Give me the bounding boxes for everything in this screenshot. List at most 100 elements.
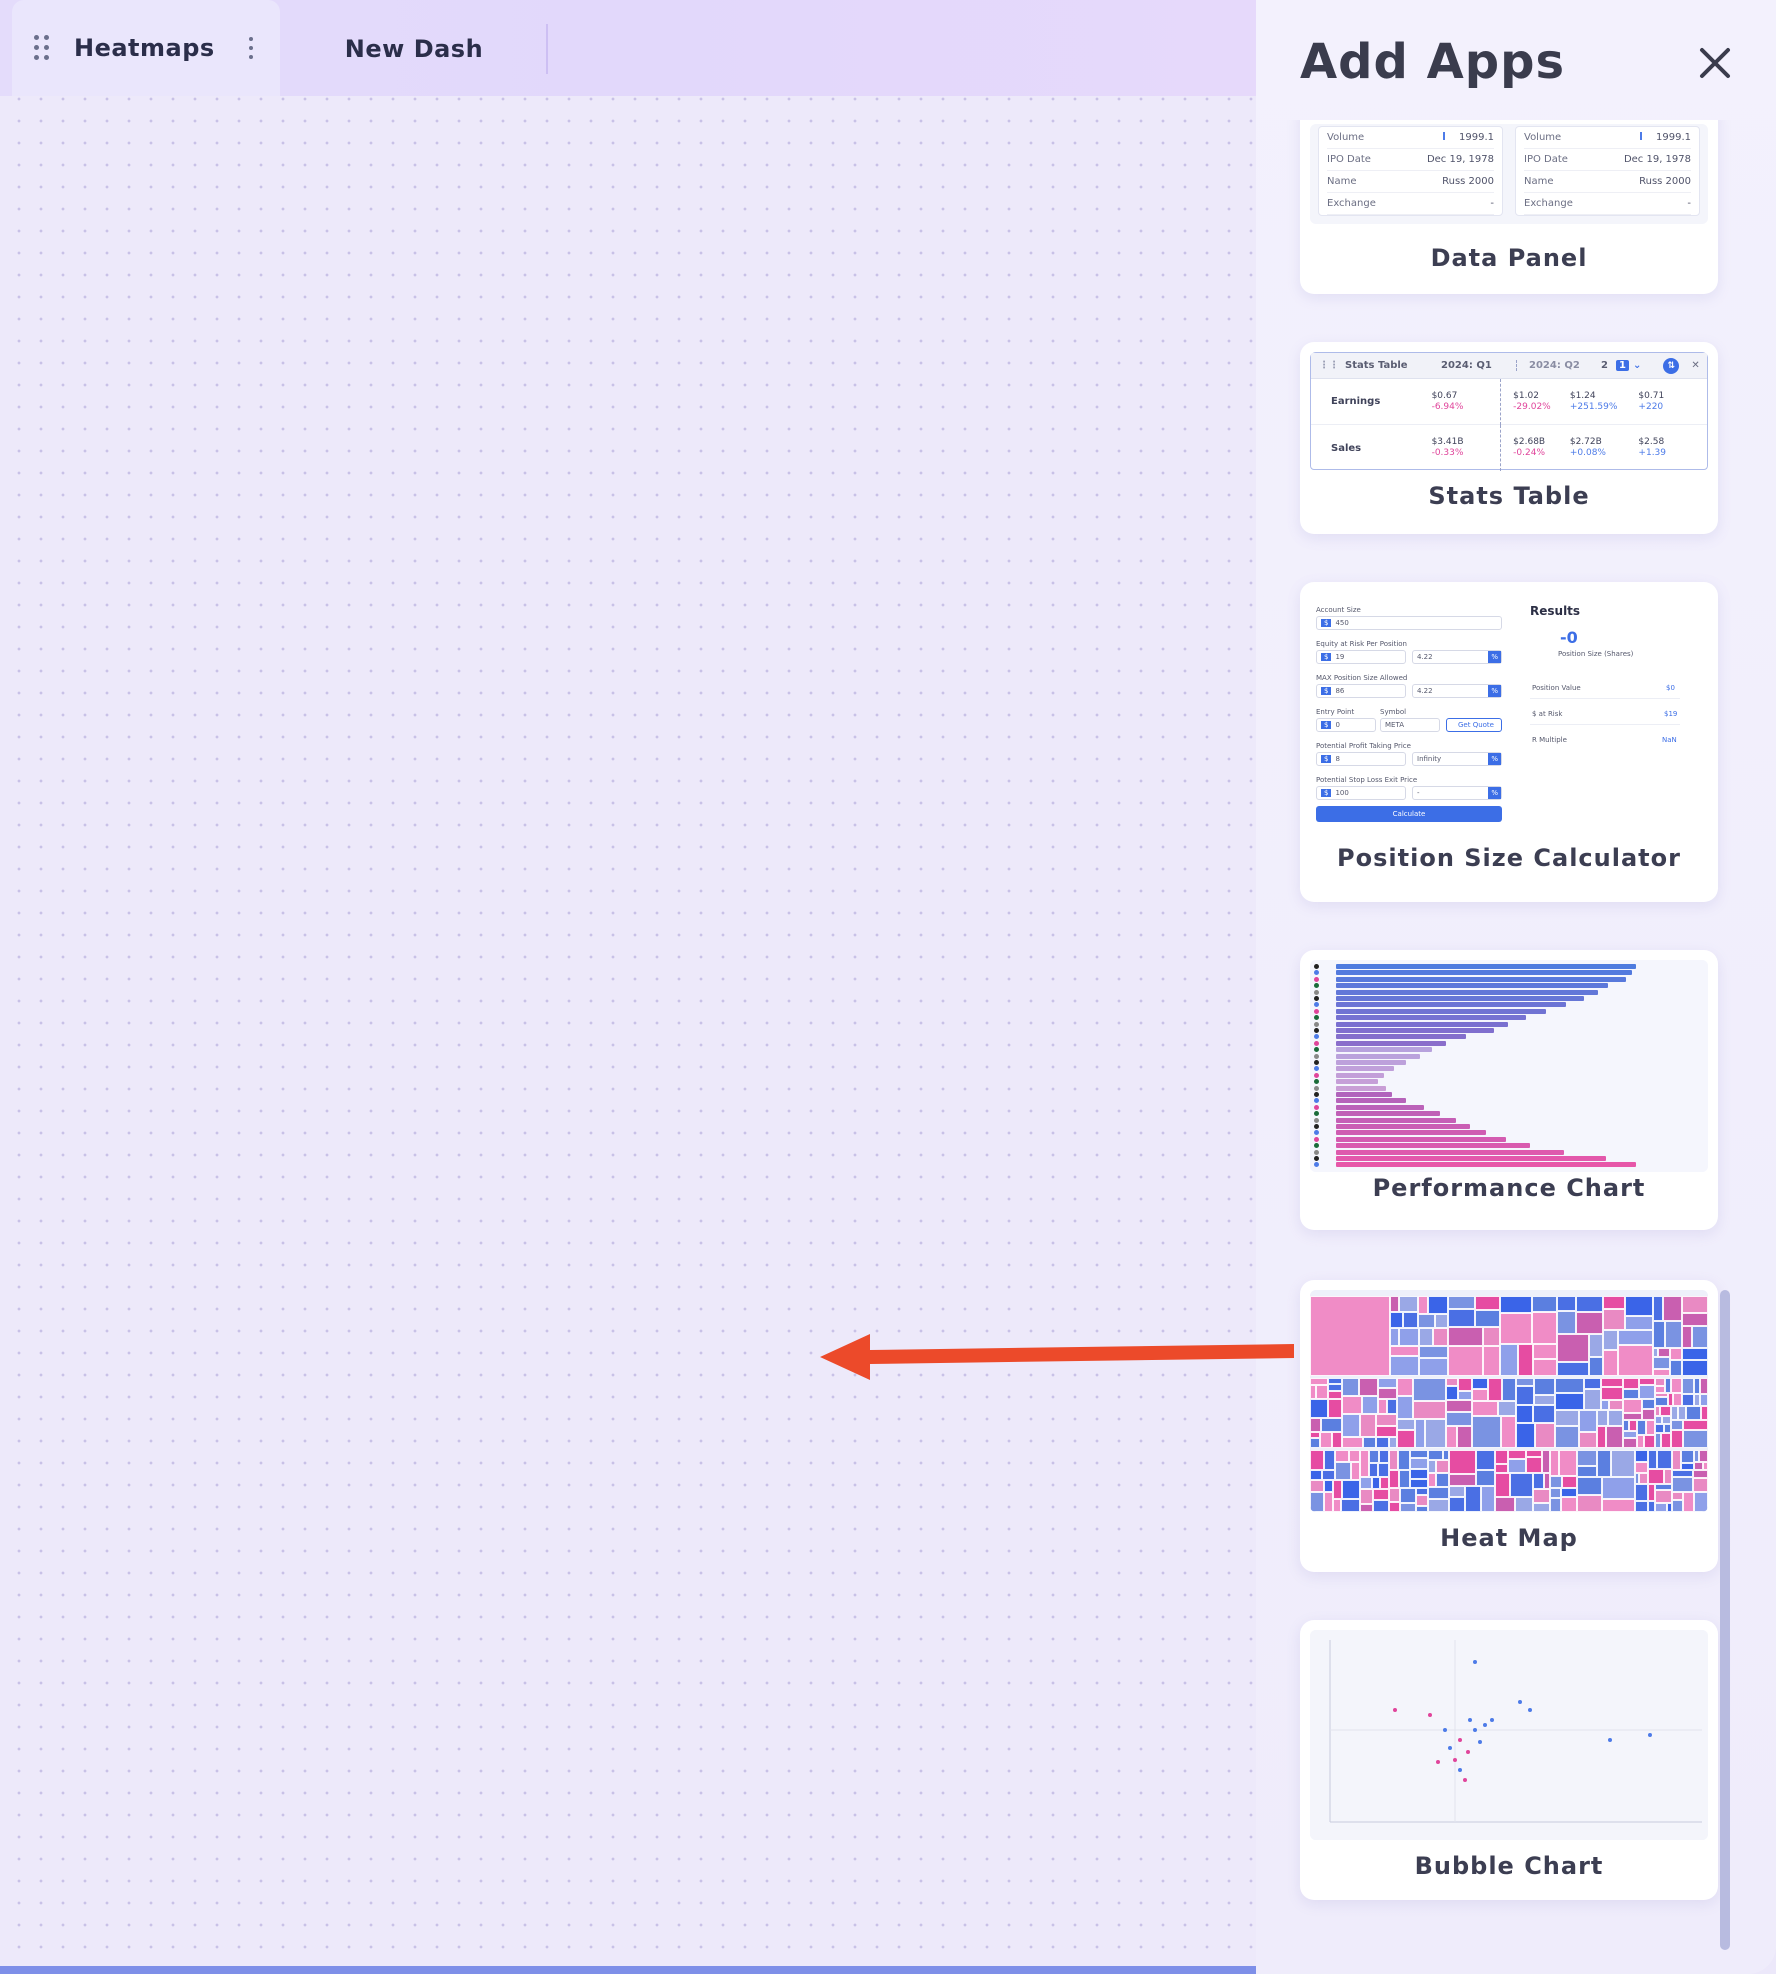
ticker-logo-icon <box>1314 1066 1319 1072</box>
dashboard-canvas[interactable]: Heatmaps New Dash <box>0 0 1256 1974</box>
bottom-divider <box>0 1966 1256 1974</box>
heat-map-cell <box>1428 1499 1449 1512</box>
apps-list[interactable]: Volume 1999.1 IPO Date Dec 19, 1978 Name Ru… <box>1256 120 1776 1974</box>
heat-map-cell <box>1399 1470 1410 1488</box>
bubble-point <box>1528 1708 1532 1712</box>
heat-map-cell <box>1376 1437 1389 1448</box>
heat-map-cell <box>1351 1462 1360 1480</box>
panel-title: Add Apps <box>1300 34 1566 90</box>
heat-map-cell <box>1699 1450 1708 1462</box>
heat-map-cell <box>1693 1470 1708 1478</box>
bubble-point <box>1648 1733 1652 1737</box>
app-card-performance-chart[interactable]: Performance Chart <box>1300 950 1718 1230</box>
heat-map-cell <box>1418 1296 1428 1314</box>
ticker-logo-icon <box>1314 970 1319 976</box>
ticker-logo-icon <box>1314 983 1319 989</box>
data-panel-column: Volume 1999.1 IPO Date Dec 19, 1978 Name Ru… <box>1515 126 1700 216</box>
app-card-heat-map[interactable]: Heat Map <box>1300 1280 1718 1572</box>
performance-bar <box>1336 1092 1392 1097</box>
heat-map-cell <box>1389 1437 1397 1448</box>
heat-map-cell <box>1623 1431 1637 1438</box>
heat-map-cell <box>1693 1478 1708 1492</box>
heat-map-cell <box>1360 1450 1369 1477</box>
more-options-icon[interactable] <box>236 33 266 63</box>
heat-map-cell <box>1310 1399 1328 1418</box>
app-card-title: Bubble Chart <box>1414 1852 1604 1880</box>
heat-map-cell <box>1433 1328 1448 1346</box>
heat-map-cell <box>1332 1432 1342 1448</box>
ticker-logo-icon <box>1314 1149 1319 1155</box>
performance-bar <box>1336 1143 1530 1149</box>
ticker-logo-icon <box>1314 1072 1319 1078</box>
bubble-point <box>1458 1768 1462 1772</box>
performance-bar <box>1336 1149 1564 1155</box>
heat-map-cell <box>1534 1378 1555 1395</box>
performance-bar <box>1336 1015 1526 1021</box>
heat-map-cell <box>1694 1462 1703 1470</box>
drag-handle-icon[interactable] <box>32 33 54 63</box>
heat-map-cell <box>1428 1296 1448 1314</box>
heat-map-cell <box>1700 1378 1708 1394</box>
heat-map-cell <box>1335 1462 1351 1480</box>
app-card-data-panel[interactable]: Volume 1999.1 IPO Date Dec 19, 1978 Name Ru… <box>1300 120 1718 294</box>
heat-map-cell <box>1579 1432 1597 1448</box>
heat-map-cell <box>1601 1400 1609 1410</box>
performance-bar <box>1336 964 1636 969</box>
heat-map-cell <box>1435 1314 1448 1328</box>
app-card-position-size-calculator[interactable]: Account Size $450 Equity at Risk Per Pos… <box>1300 582 1718 902</box>
heat-map-cell <box>1359 1378 1378 1396</box>
heat-map-cell <box>1397 1430 1415 1448</box>
app-card-bubble-chart[interactable]: Bubble Chart <box>1300 1620 1718 1900</box>
heat-map-cell <box>1642 1399 1655 1409</box>
ticker-logo-icon <box>1314 1040 1319 1046</box>
performance-bar <box>1336 1021 1508 1027</box>
heat-map-cell <box>1360 1477 1372 1489</box>
heat-map-cell <box>1501 1416 1516 1448</box>
heat-map-cell <box>1637 1420 1646 1435</box>
heat-map-cell <box>1655 1424 1664 1433</box>
heat-map-cell <box>1373 1489 1389 1500</box>
heat-map-cell <box>1655 1378 1665 1386</box>
app-card-stats-table[interactable]: ⋮⋮ Stats Table 2024: Q1 2024: Q2 2 1 ⌄ ⇅ … <box>1300 342 1718 534</box>
heat-map-cell <box>1532 1312 1557 1344</box>
heat-map-cell <box>1678 1406 1686 1420</box>
heat-map-cell <box>1672 1500 1683 1512</box>
heat-map-cell <box>1510 1473 1533 1497</box>
heat-map-cell <box>1458 1391 1472 1400</box>
heat-map-cell <box>1376 1414 1397 1426</box>
bubble-point <box>1436 1760 1440 1764</box>
heat-map-cell <box>1495 1497 1515 1512</box>
heat-map-cell <box>1635 1501 1648 1512</box>
heat-map-cell <box>1410 1469 1428 1479</box>
heat-map-cell <box>1515 1497 1533 1512</box>
heat-map-cell <box>1446 1378 1458 1386</box>
heat-map-cell <box>1328 1399 1342 1418</box>
heat-map-cell <box>1379 1450 1389 1463</box>
heat-map-cell <box>1376 1426 1397 1437</box>
heat-map-cell <box>1390 1328 1399 1346</box>
heat-map-cell <box>1559 1450 1577 1476</box>
heat-map-cell <box>1335 1450 1349 1462</box>
heat-map-cell <box>1576 1312 1603 1334</box>
ticker-logo-icon <box>1314 1047 1319 1053</box>
tab-heatmaps[interactable]: Heatmaps <box>12 0 280 96</box>
heat-map-cell <box>1502 1378 1516 1401</box>
close-icon[interactable] <box>1696 44 1734 82</box>
heat-map-cell <box>1333 1480 1342 1499</box>
heat-map-cell <box>1349 1450 1360 1462</box>
heat-map-cell <box>1320 1432 1332 1448</box>
heat-map-cell <box>1623 1378 1639 1389</box>
heat-map-cell <box>1682 1326 1692 1348</box>
heat-map-cell <box>1500 1296 1532 1313</box>
heat-map-cell <box>1475 1310 1500 1327</box>
heat-map-cell <box>1603 1296 1625 1309</box>
tab-new-dash[interactable]: New Dash <box>282 24 548 74</box>
heat-map-cell <box>1576 1296 1603 1312</box>
panel-scrollbar[interactable] <box>1720 1290 1730 1950</box>
heat-map-cell <box>1446 1400 1472 1412</box>
performance-bar <box>1336 1053 1420 1059</box>
heat-map-cell <box>1310 1492 1324 1512</box>
bubble-point <box>1490 1718 1494 1722</box>
heat-map-cell <box>1378 1378 1397 1388</box>
heat-map-cell <box>1533 1503 1550 1512</box>
